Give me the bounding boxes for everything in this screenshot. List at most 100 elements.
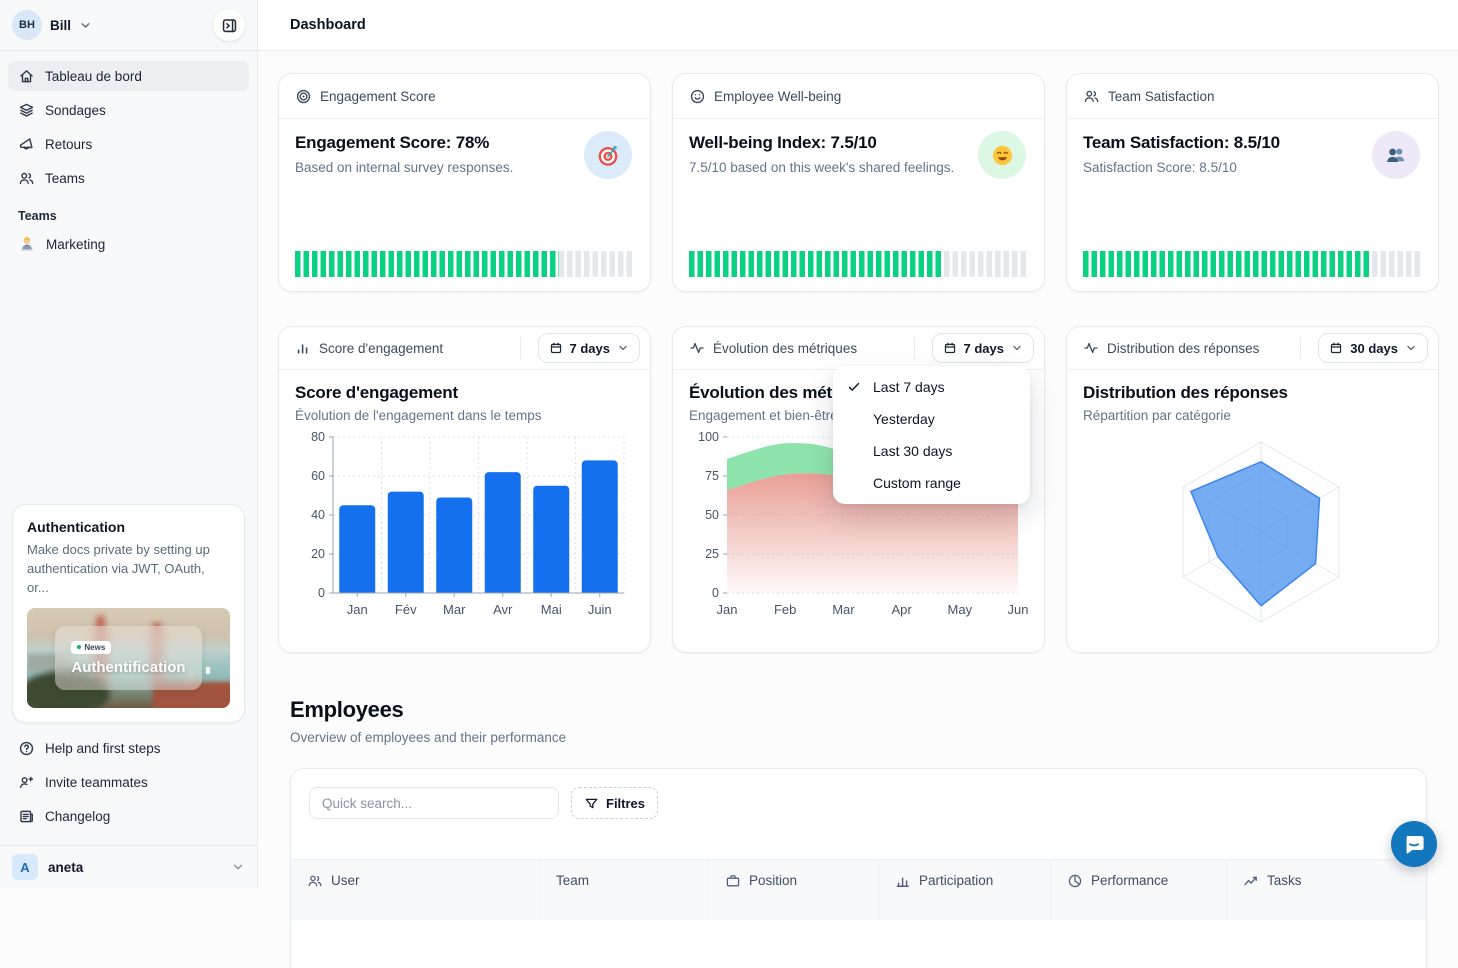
smiling-face-emoji xyxy=(989,142,1016,169)
column-header-position[interactable]: Position xyxy=(708,860,878,920)
column-header-team[interactable]: Team xyxy=(539,860,708,920)
svg-text:Mai: Mai xyxy=(541,602,562,617)
chat-bubble-icon xyxy=(1402,832,1426,856)
activity-icon xyxy=(689,340,705,356)
check-icon xyxy=(847,380,861,394)
sidebar-footer-nav: Help and first steps Invite teammates Ch… xyxy=(0,723,257,845)
stat-subtitle: 7.5/10 based on this week's shared feeli… xyxy=(689,160,1028,175)
sidebar-user-row: BH Bill xyxy=(0,0,257,51)
svg-text:0: 0 xyxy=(318,586,325,600)
chat-widget-button[interactable] xyxy=(1391,821,1437,867)
calendar-icon xyxy=(549,341,563,355)
menu-item-last-30-days[interactable]: Last 30 days xyxy=(833,435,1030,467)
collapse-sidebar-button[interactable] xyxy=(213,9,245,41)
menu-item-yesterday[interactable]: Yesterday xyxy=(833,403,1030,435)
target-emoji xyxy=(595,142,622,169)
stat-badge xyxy=(1372,131,1420,179)
chart-title: Distribution des réponses xyxy=(1083,383,1422,403)
stat-subtitle: Based on internal survey responses. xyxy=(295,160,634,175)
svg-text:May: May xyxy=(948,602,973,617)
chevron-down-icon xyxy=(231,860,245,874)
bar-chart-icon xyxy=(295,340,311,356)
range-select-button[interactable]: 7 days xyxy=(932,333,1034,363)
svg-text:Fév: Fév xyxy=(395,602,417,617)
range-dropdown-menu: Last 7 days Yesterday Last 30 days Custo… xyxy=(833,366,1030,504)
engagement-chart-card: Score d'engagement 7 days Score d'engage… xyxy=(278,326,651,653)
section-title: Employees xyxy=(290,697,1440,723)
page-header: Dashboard xyxy=(258,0,1458,51)
sidebar-item-label: Teams xyxy=(45,171,85,186)
home-icon xyxy=(18,68,35,85)
svg-text:Mar: Mar xyxy=(832,602,855,617)
authentication-promo-card[interactable]: Authentication Make docs private by sett… xyxy=(12,504,245,723)
stat-title: Team Satisfaction: 8.5/10 xyxy=(1083,133,1422,153)
trend-up-icon xyxy=(1243,873,1259,889)
range-select-button[interactable]: 7 days xyxy=(538,333,640,363)
employees-section: Employees Overview of employees and thei… xyxy=(290,697,1440,745)
sidebar-section-teams: Teams xyxy=(0,197,257,229)
calendar-icon xyxy=(943,341,957,355)
range-select-button[interactable]: 30 days xyxy=(1318,333,1428,363)
sidebar-item-changelog[interactable]: Changelog xyxy=(8,801,249,831)
stat-subtitle: Satisfaction Score: 8.5/10 xyxy=(1083,160,1422,175)
card-header-label: Employee Well-being xyxy=(714,89,841,104)
svg-text:0: 0 xyxy=(712,586,719,600)
section-subtitle: Overview of employees and their performa… xyxy=(290,730,1440,745)
stat-title: Engagement Score: 78% xyxy=(295,133,634,153)
bar-chart-icon xyxy=(895,873,911,889)
sidebar-item-teams[interactable]: Teams xyxy=(8,163,249,193)
svg-text:Jan: Jan xyxy=(347,602,368,617)
smile-icon xyxy=(689,88,706,105)
column-header-user[interactable]: User xyxy=(291,860,539,920)
svg-text:Jan: Jan xyxy=(717,602,738,617)
sidebar-item-marketing[interactable]: Marketing xyxy=(8,229,249,259)
responses-distribution-card: Distribution des réponses 30 days Distri… xyxy=(1066,326,1439,653)
sidebar-item-dashboard[interactable]: Tableau de bord xyxy=(8,61,249,91)
sidebar-item-label: Marketing xyxy=(46,237,105,252)
newspaper-icon xyxy=(18,808,35,825)
user-name[interactable]: Bill xyxy=(50,18,71,33)
svg-text:Avr: Avr xyxy=(493,602,513,617)
filter-funnel-icon xyxy=(584,796,599,811)
chart-subtitle: Répartition par catégorie xyxy=(1083,408,1422,423)
svg-text:75: 75 xyxy=(705,469,719,483)
menu-item-last-7-days[interactable]: Last 7 days xyxy=(833,371,1030,403)
svg-text:50: 50 xyxy=(705,508,719,522)
stat-badge xyxy=(978,131,1026,179)
column-header-tasks[interactable]: Tasks xyxy=(1226,860,1426,920)
search-input[interactable] xyxy=(309,787,559,819)
table-header-row: User Team Position Participation Perform… xyxy=(291,859,1426,920)
stat-cards-row: Engagement Score Engagement Score: 78% B… xyxy=(278,73,1440,292)
sidebar-item-surveys[interactable]: Sondages xyxy=(8,95,249,125)
team-satisfaction-card: Team Satisfaction Team Satisfaction: 8.5… xyxy=(1066,73,1439,292)
card-header-label: Évolution des métriques xyxy=(713,341,857,356)
wellbeing-card: Employee Well-being Well-being Index: 7.… xyxy=(672,73,1045,292)
sidebar: BH Bill Tableau de bord Sondages Retours… xyxy=(0,0,258,888)
sidebar-item-invite[interactable]: Invite teammates xyxy=(8,767,249,797)
sidebar-item-help[interactable]: Help and first steps xyxy=(8,733,249,763)
card-header-label: Score d'engagement xyxy=(319,341,443,356)
busts-emoji xyxy=(1383,142,1409,168)
sidebar-item-feedback[interactable]: Retours xyxy=(8,129,249,159)
chevron-down-icon xyxy=(617,342,629,354)
svg-text:Jun: Jun xyxy=(1008,602,1029,617)
green-dot-icon xyxy=(77,645,81,649)
page-title: Dashboard xyxy=(290,17,366,33)
stat-badge xyxy=(584,131,632,179)
svg-text:80: 80 xyxy=(311,430,325,444)
promo-card-wrap: Authentication Make docs private by sett… xyxy=(0,504,257,723)
svg-text:100: 100 xyxy=(698,430,719,444)
responses-radar-chart xyxy=(1083,427,1422,632)
user-plus-icon xyxy=(18,774,35,791)
avatar: BH xyxy=(12,10,42,40)
menu-item-custom-range[interactable]: Custom range xyxy=(833,467,1030,499)
chevron-down-icon xyxy=(1011,342,1023,354)
workspace-switcher[interactable]: A aneta xyxy=(0,845,257,888)
column-header-participation[interactable]: Participation xyxy=(878,860,1050,920)
column-header-performance[interactable]: Performance xyxy=(1050,860,1226,920)
filters-button[interactable]: Filtres xyxy=(571,787,658,819)
panel-collapse-icon xyxy=(221,17,238,34)
engagement-bar-chart: 020406080JanFévMarAvrMaiJuin xyxy=(295,427,634,625)
engagement-progress-bar xyxy=(295,251,634,277)
promo-image-overlay: News Authentification xyxy=(55,626,201,690)
